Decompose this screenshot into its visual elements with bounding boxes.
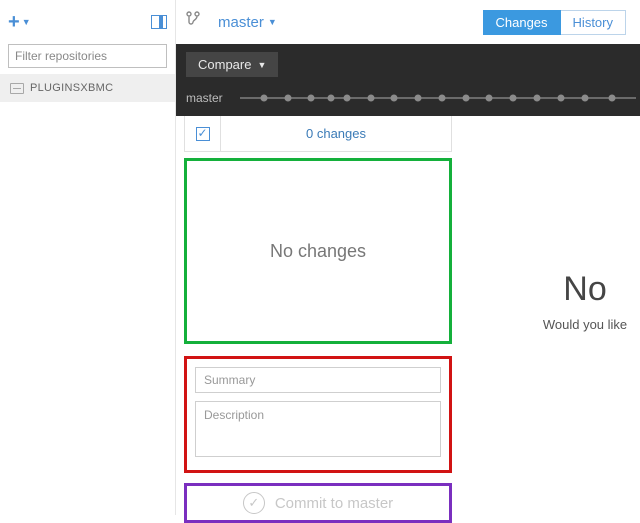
- commit-dot[interactable]: [367, 95, 374, 102]
- plus-icon: +: [8, 11, 20, 34]
- sidebar-header: + ▼: [0, 0, 175, 44]
- commit-dot[interactable]: [284, 95, 291, 102]
- view-tabs: Changes History: [483, 10, 640, 35]
- commit-dot[interactable]: [328, 95, 335, 102]
- compare-label: Compare: [198, 57, 251, 72]
- commit-graph-line[interactable]: [240, 97, 636, 99]
- changes-list-panel: No changes: [184, 158, 452, 344]
- commit-fields-panel: [184, 356, 452, 473]
- caret-down-icon: ▼: [22, 17, 31, 27]
- empty-state: No Would you like: [530, 270, 640, 332]
- commit-dot[interactable]: [391, 95, 398, 102]
- repo-name: PLUGINSXBMC: [30, 82, 113, 94]
- repo-list-item[interactable]: PLUGINSXBMC: [0, 74, 175, 102]
- changes-count: 0 changes: [221, 126, 451, 141]
- commit-dot[interactable]: [308, 95, 315, 102]
- commit-button-label: Commit to master: [275, 495, 393, 512]
- commit-dot[interactable]: [486, 95, 493, 102]
- branch-selector[interactable]: master ▼: [218, 14, 277, 31]
- commit-dot[interactable]: [510, 95, 517, 102]
- tab-changes[interactable]: Changes: [483, 10, 561, 35]
- repo-icon: [10, 83, 24, 94]
- no-changes-label: No changes: [270, 241, 366, 262]
- main-area: master ▼ Changes History Compare ▼ maste…: [176, 0, 640, 515]
- commit-dot[interactable]: [343, 95, 350, 102]
- commit-dot[interactable]: [438, 95, 445, 102]
- top-toolbar: master ▼ Changes History: [176, 0, 640, 44]
- empty-state-subline: Would you like: [530, 317, 640, 332]
- commit-description-input[interactable]: [195, 401, 441, 457]
- collapse-sidebar-button[interactable]: [151, 15, 167, 29]
- filter-repositories-input[interactable]: [8, 44, 167, 68]
- filter-wrap: [0, 44, 175, 74]
- commit-dot[interactable]: [462, 95, 469, 102]
- graph-branch-label: master: [186, 91, 240, 105]
- changes-header: 0 changes: [184, 116, 452, 152]
- commit-dot[interactable]: [260, 95, 267, 102]
- commit-graph-row: master: [186, 91, 640, 105]
- select-all-checkbox[interactable]: [196, 127, 210, 141]
- caret-down-icon: ▼: [257, 60, 266, 70]
- compare-graph-bar: Compare ▼ master: [176, 44, 640, 116]
- commit-dot[interactable]: [581, 95, 588, 102]
- repo-sidebar: + ▼ PLUGINSXBMC: [0, 0, 176, 515]
- commit-summary-input[interactable]: [195, 367, 441, 393]
- select-all-wrap: [185, 116, 221, 151]
- check-icon: ✓: [243, 492, 265, 514]
- commit-dot[interactable]: [609, 95, 616, 102]
- commit-dot[interactable]: [415, 95, 422, 102]
- tab-history[interactable]: History: [561, 10, 626, 35]
- commit-dot[interactable]: [557, 95, 564, 102]
- branch-name: master: [218, 14, 264, 31]
- commit-dot[interactable]: [534, 95, 541, 102]
- compare-button[interactable]: Compare ▼: [186, 52, 278, 77]
- commit-button[interactable]: ✓ Commit to master: [184, 483, 452, 523]
- caret-down-icon: ▼: [268, 17, 277, 27]
- branch-icon: [186, 10, 200, 33]
- add-repo-button[interactable]: + ▼: [8, 11, 31, 34]
- empty-state-headline: No: [530, 270, 640, 309]
